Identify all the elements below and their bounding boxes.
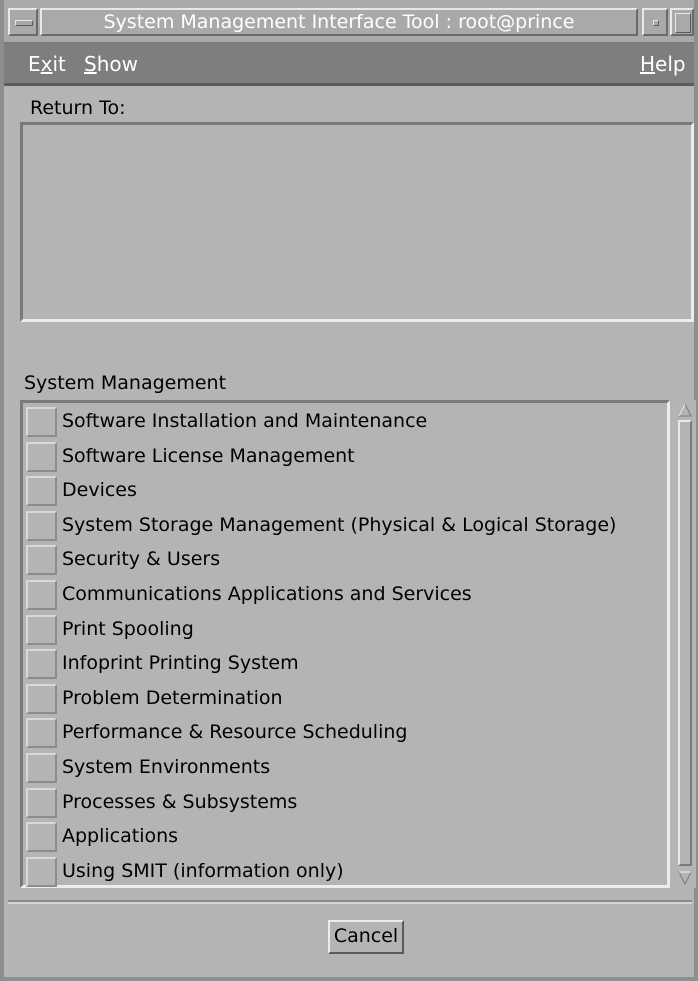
list-item[interactable]: Processes & Subsystems xyxy=(26,786,656,820)
list-item[interactable]: Communications Applications and Services xyxy=(26,578,656,612)
menu-help-mnemonic: H xyxy=(640,52,656,76)
list-item-box[interactable] xyxy=(26,510,57,541)
list-item[interactable]: Using SMIT (information only) xyxy=(26,855,656,889)
list-item-label[interactable]: Using SMIT (information only) xyxy=(62,859,344,883)
vertical-scrollbar[interactable] xyxy=(674,400,696,888)
list-item-box[interactable] xyxy=(26,856,57,887)
list-item[interactable]: Performance & Resource Scheduling xyxy=(26,716,656,750)
list-item-label[interactable]: Performance & Resource Scheduling xyxy=(62,720,407,744)
scroll-up-arrow-icon[interactable] xyxy=(677,402,693,418)
list-item[interactable]: Software Installation and Maintenance xyxy=(26,405,656,439)
list-item-label[interactable]: System Storage Management (Physical & Lo… xyxy=(62,513,616,537)
list-item[interactable]: Devices xyxy=(26,474,656,508)
list-item[interactable]: Security & Users xyxy=(26,543,656,577)
minimize-icon xyxy=(653,20,659,26)
list-item[interactable]: Print Spooling xyxy=(26,613,656,647)
list-item-box[interactable] xyxy=(26,822,57,853)
minimize-button[interactable] xyxy=(642,8,668,36)
menu-help-label-rest: elp xyxy=(655,52,686,76)
list-item-label[interactable]: System Environments xyxy=(62,755,270,779)
smit-window: System Management Interface Tool : root@… xyxy=(0,0,698,981)
list-item[interactable]: Software License Management xyxy=(26,440,656,474)
list-item[interactable]: Infoprint Printing System xyxy=(26,647,656,681)
menu-exit-label-rest: it xyxy=(52,52,66,76)
scroll-down-arrow-icon[interactable] xyxy=(677,870,693,886)
list-item[interactable]: System Storage Management (Physical & Lo… xyxy=(26,509,656,543)
list-item-label[interactable]: Processes & Subsystems xyxy=(62,790,297,814)
system-management-label: System Management xyxy=(24,372,227,394)
cancel-button[interactable]: Cancel xyxy=(328,920,404,954)
list-item-box[interactable] xyxy=(26,545,57,576)
list-item-box[interactable] xyxy=(26,580,57,610)
list-item[interactable]: System Environments xyxy=(26,751,656,785)
list-item-label[interactable]: Software License Management xyxy=(62,444,355,468)
return-to-list[interactable] xyxy=(20,122,694,322)
list-item-box[interactable] xyxy=(26,407,57,437)
menu-show-mnemonic: S xyxy=(84,52,97,76)
list-item-box[interactable] xyxy=(26,476,57,507)
list-item[interactable]: Problem Determination xyxy=(26,682,656,716)
list-item-label[interactable]: Print Spooling xyxy=(62,617,194,641)
list-item-label[interactable]: Security & Users xyxy=(62,547,220,571)
list-item-label[interactable]: Software Installation and Maintenance xyxy=(62,409,427,433)
maximize-icon xyxy=(675,13,691,33)
scrollbar-thumb[interactable] xyxy=(678,420,692,866)
list-item-box[interactable] xyxy=(26,753,57,783)
list-item-label[interactable]: Infoprint Printing System xyxy=(62,651,299,675)
menu-exit-mnemonic: x xyxy=(40,52,53,76)
window-menu-button[interactable] xyxy=(8,8,38,36)
list-item[interactable]: Applications xyxy=(26,820,656,854)
menu-exit[interactable]: Exit xyxy=(28,52,66,76)
menu-bar: Exit Show Help xyxy=(4,44,694,86)
menu-exit-label-part: E xyxy=(28,52,41,76)
list-item-box[interactable] xyxy=(26,683,57,714)
window-menu-icon xyxy=(15,20,33,26)
system-management-list[interactable]: Software Installation and Maintenance So… xyxy=(20,400,670,888)
window-title[interactable]: System Management Interface Tool : root@… xyxy=(40,8,638,36)
menu-show-label-rest: how xyxy=(96,52,138,76)
footer-separator xyxy=(8,900,692,904)
list-item-box[interactable] xyxy=(26,787,57,818)
menu-show[interactable]: Show xyxy=(84,52,138,76)
maximize-button[interactable] xyxy=(670,8,694,36)
return-to-label: Return To: xyxy=(30,97,126,119)
list-item-label[interactable]: Problem Determination xyxy=(62,686,283,710)
list-item-label[interactable]: Devices xyxy=(62,478,137,502)
list-item-box[interactable] xyxy=(26,649,57,680)
list-item-box[interactable] xyxy=(26,718,57,749)
title-bar: System Management Interface Tool : root@… xyxy=(4,0,694,44)
list-item-box[interactable] xyxy=(26,614,57,645)
menu-help[interactable]: Help xyxy=(640,52,686,76)
list-item-label[interactable]: Applications xyxy=(62,824,178,848)
list-item-label[interactable]: Communications Applications and Services xyxy=(62,582,472,606)
list-item-box[interactable] xyxy=(26,441,57,472)
